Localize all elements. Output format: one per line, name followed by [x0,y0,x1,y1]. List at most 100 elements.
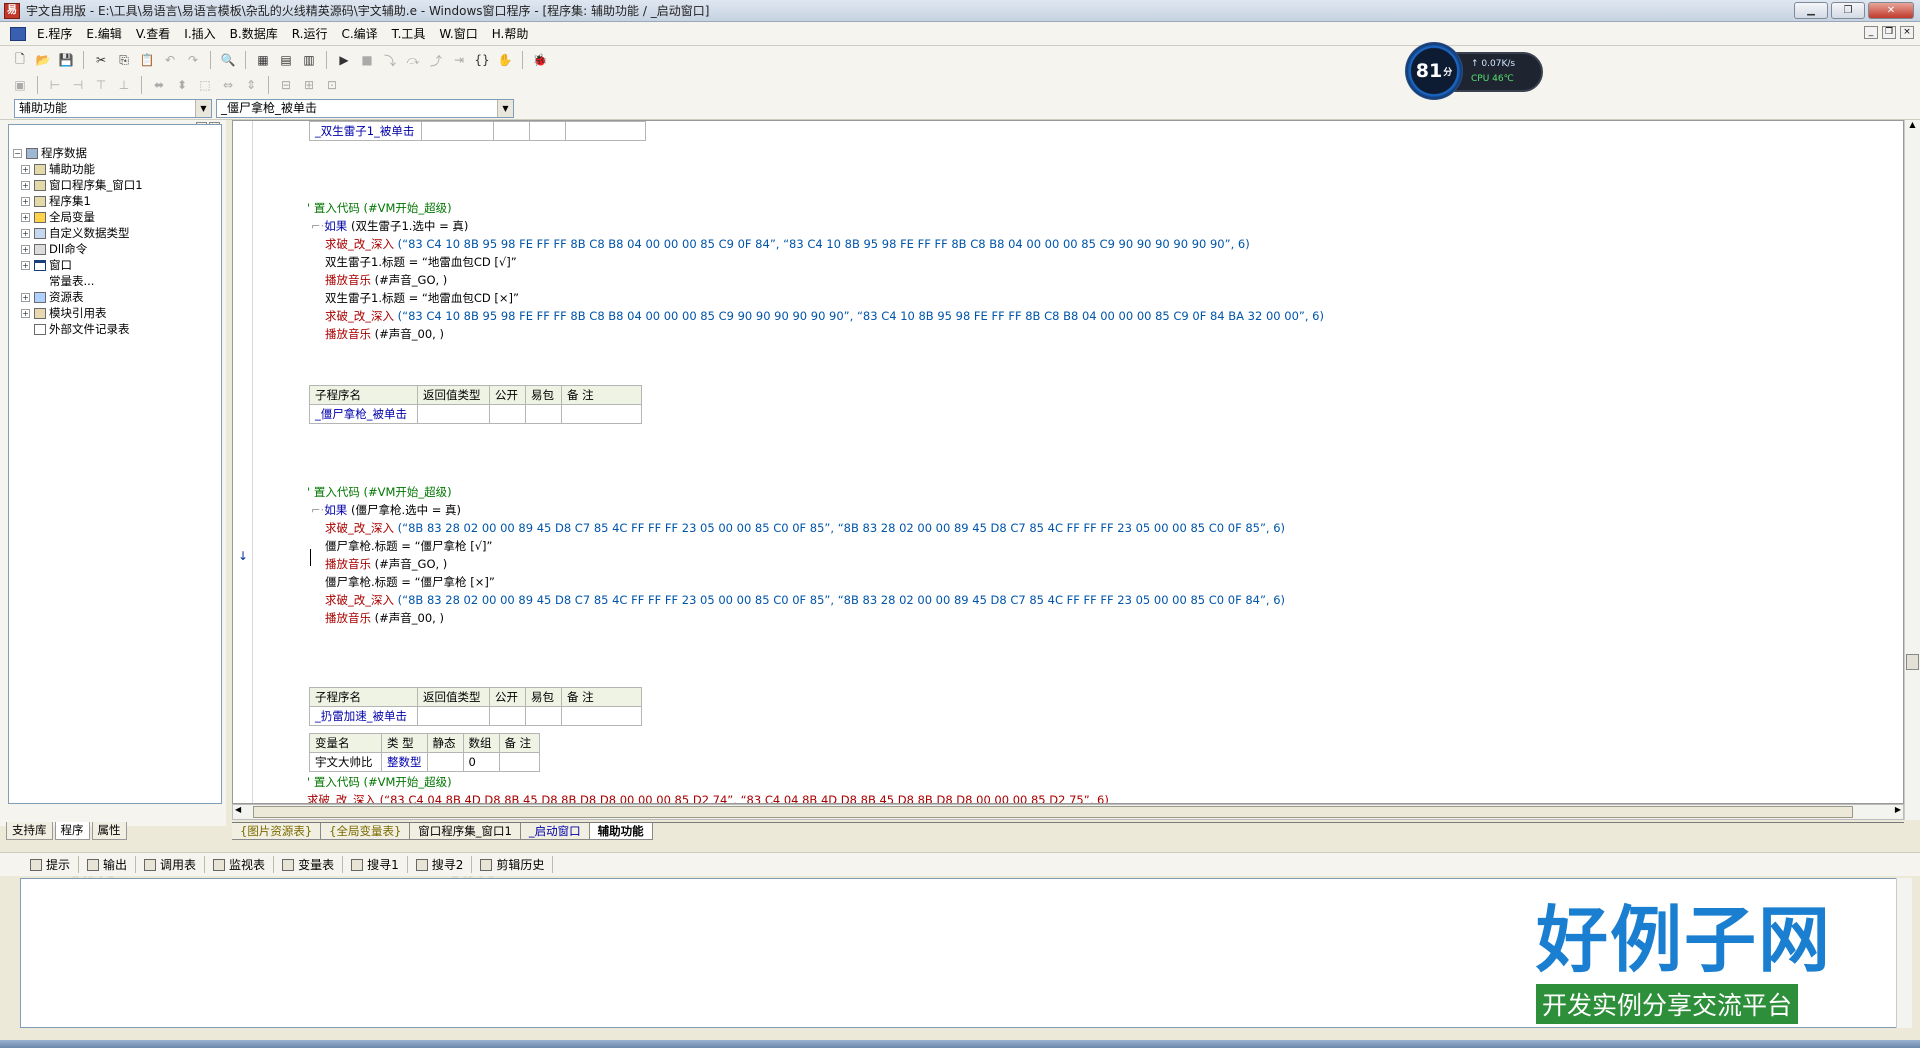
run-to-cursor-icon[interactable]: ⇥ [449,51,469,69]
tree-item[interactable]: 常量表... [13,273,221,289]
tree-item[interactable]: + 资源表 [13,289,221,305]
menu-window[interactable]: W.窗口 [432,23,484,45]
editor-vertical-scrollbar[interactable]: ▲ [1904,120,1920,820]
run-icon[interactable]: ▶ [334,51,354,69]
undo-icon[interactable]: ↶ [160,51,180,69]
tab-variables[interactable]: 变量表 [274,856,344,873]
scroll-right-icon[interactable]: ▶ [1895,805,1901,814]
subroutine-name[interactable]: _双生雷子1_被单击 [309,121,422,141]
scrollbar-thumb[interactable] [253,806,1853,818]
tree-item[interactable]: 外部文件记录表 [13,321,221,337]
tree-item[interactable]: + 窗口 [13,257,221,273]
taskbar[interactable] [0,1040,1920,1048]
scroll-left-icon[interactable]: ◀ [235,805,241,814]
tab-window-assembly[interactable]: 窗口程序集_窗口1 [410,823,521,840]
step-over-icon[interactable]: ⤼ [403,51,423,69]
tab-hints[interactable]: 提示 [22,856,80,873]
code-area[interactable]: _双生雷子1_被单击 ' 置入代码 (#VM开始_超级) ⌐·如果 (双生雷子1… [253,121,1903,803]
collapse-icon[interactable]: − [13,148,22,158]
expand-icon[interactable]: + [21,292,30,302]
tree-item[interactable]: + 模块引用表 [13,305,221,321]
mdi-restore-button[interactable]: ❐ [1882,26,1896,39]
expand-icon[interactable]: + [21,260,30,270]
menu-run[interactable]: R.运行 [285,23,335,45]
hand-icon[interactable]: ✋ [495,51,515,69]
menu-edit[interactable]: E.编辑 [79,23,128,45]
align-icon[interactable]: ▣ [10,76,30,94]
scroll-up-icon[interactable]: ▲ [1905,120,1920,129]
variable-name[interactable]: 宇文大帅比 [309,752,382,772]
layout-icon[interactable]: ▦ [253,51,273,69]
tab-search2[interactable]: 搜寻2 [408,856,473,873]
menu-view[interactable]: V.查看 [129,23,177,45]
chevron-down-icon[interactable]: ▼ [497,100,513,117]
variable-array[interactable]: 0 [462,752,500,772]
redo-icon[interactable]: ↷ [183,51,203,69]
performance-widget[interactable]: ↑ 0.07K/s CPU 46℃ 81 分 [1405,42,1543,100]
find-icon[interactable]: 🔍 [218,51,238,69]
minimize-button[interactable]: ▁ [1794,2,1828,19]
same-size-icon[interactable]: ⬚ [195,76,215,94]
same-width-icon[interactable]: ⬌ [149,76,169,94]
tree-item[interactable]: + Dll命令 [13,241,221,257]
breakpoint-icon[interactable]: {} [472,51,492,69]
expand-icon[interactable]: + [21,212,30,222]
panel-icon[interactable]: ▤ [276,51,296,69]
tree-item[interactable]: + 自定义数据类型 [13,225,221,241]
assembly-select[interactable]: 辅助功能 ▼ [14,99,212,118]
tab-watch[interactable]: 监视表 [205,856,275,873]
align-left-icon[interactable]: ⊢ [45,76,65,94]
align-center-icon[interactable]: ⊣ [68,76,88,94]
space-h-icon[interactable]: ⇔ [218,76,238,94]
menu-database[interactable]: B.数据库 [223,23,285,45]
debug-bug-icon[interactable]: 🐞 [530,51,550,69]
tree-item[interactable]: + 辅助功能 [13,161,221,177]
menu-tools[interactable]: T.工具 [385,23,433,45]
mdi-minimize-button[interactable]: _ [1864,26,1878,39]
tab-output[interactable]: 输出 [79,856,137,873]
scrollbar-thumb[interactable] [1906,654,1919,670]
subroutine-select[interactable]: _僵尸拿枪_被单击 ▼ [216,99,514,118]
expand-icon[interactable]: + [21,244,30,254]
tab-program[interactable]: 程序 [54,822,90,840]
tab-image-resources[interactable]: {图片资源表} [232,823,322,840]
expand-icon[interactable]: + [21,228,30,238]
menu-help[interactable]: H.帮助 [485,23,536,45]
save-icon[interactable]: 💾 [56,51,76,69]
chevron-down-icon[interactable]: ▼ [195,100,211,117]
mdi-close-button[interactable]: × [1900,26,1914,39]
cut-icon[interactable]: ✂ [91,51,111,69]
variable-type[interactable]: 整数型 [381,752,428,772]
align-right-icon[interactable]: ⊤ [91,76,111,94]
maximize-button[interactable]: ❐ [1831,2,1865,19]
editor-horizontal-scrollbar[interactable]: ◀ ▶ [232,804,1904,820]
tab-clip-history[interactable]: 剪辑历史 [472,856,554,873]
grid-icon[interactable]: ⊡ [322,76,342,94]
menu-compile[interactable]: C.编译 [334,23,384,45]
tab-global-vars[interactable]: {全局变量表} [321,823,411,840]
tree-root[interactable]: − 程序数据 [13,145,221,161]
tab-library[interactable]: 支持库 [6,822,53,840]
close-button[interactable]: ✕ [1868,2,1914,19]
menu-program[interactable]: E.程序 [30,23,79,45]
step-into-icon[interactable]: ⤵ [380,51,400,69]
tree-item[interactable]: + 全局变量 [13,209,221,225]
subroutine-name[interactable]: _扔雷加速_被单击 [309,706,418,726]
space-v-icon[interactable]: ⇕ [241,76,261,94]
expand-icon[interactable]: + [21,164,30,174]
tree-item[interactable]: + 窗口程序集_窗口1 [13,177,221,193]
expand-icon[interactable]: + [21,180,30,190]
tab-startup-window[interactable]: _启动窗口 [520,823,590,840]
output-scrollbar[interactable] [1896,878,1912,1028]
open-folder-icon[interactable]: 📂 [33,51,53,69]
tab-properties[interactable]: 属性 [91,822,127,840]
paste-icon[interactable]: 📋 [137,51,157,69]
stop-icon[interactable]: ■ [357,51,377,69]
align-top-icon[interactable]: ⊥ [114,76,134,94]
expand-icon[interactable]: + [21,196,30,206]
subroutine-name[interactable]: _僵尸拿枪_被单击 [309,404,418,424]
center-v-icon[interactable]: ⊞ [299,76,319,94]
code-editor[interactable]: ↓ _双生雷子1_被单击 ' 置入代码 (#VM开始_超级) ⌐·如果 (双生雷… [232,120,1904,804]
tab-assist-function[interactable]: 辅助功能 [589,823,653,840]
tree-item[interactable]: + 程序集1 [13,193,221,209]
